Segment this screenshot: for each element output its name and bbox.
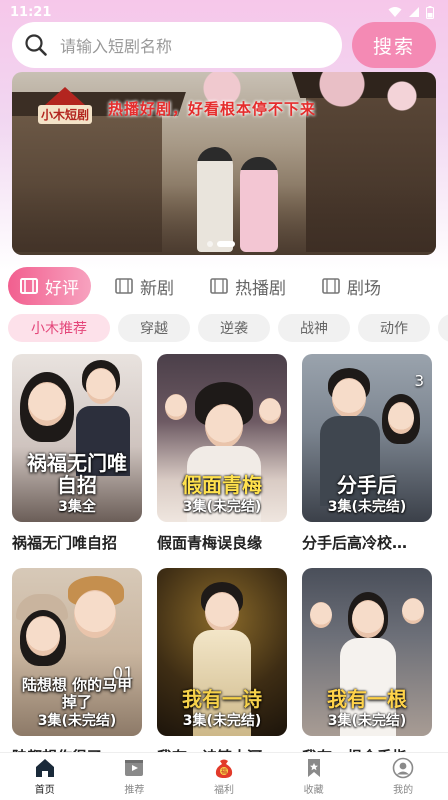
tab-hot-dramas[interactable]: 热播剧: [198, 267, 298, 305]
drama-poster[interactable]: 我有一根 3集(未完结): [302, 568, 432, 736]
wifi-icon: [388, 7, 402, 17]
episode-badge: 3集(未完结): [182, 499, 262, 515]
tag-chip-recommended[interactable]: 小木推荐: [8, 314, 110, 342]
poster-figure-face: [259, 398, 281, 424]
poster-figure-face: [28, 382, 66, 426]
nav-label: 推荐: [124, 785, 145, 796]
poster-figure-face: [402, 598, 424, 624]
nav-recommend[interactable]: 推荐: [99, 757, 169, 796]
episode-badge: 3集(未完结): [327, 499, 407, 515]
tag-chip[interactable]: 逆袭: [198, 314, 270, 342]
tag-filter-row: 小木推荐 穿越 逆袭 战神 动作: [8, 314, 448, 342]
poster-figure-face: [165, 394, 187, 420]
tab-new-dramas[interactable]: 新剧: [103, 267, 186, 305]
poster-figure-face: [388, 402, 414, 434]
film-icon: [20, 278, 38, 294]
nav-home[interactable]: 首页: [10, 757, 80, 796]
search-placeholder: 请输入短剧名称: [60, 37, 173, 56]
drama-title[interactable]: 分手后高冷校…: [302, 532, 432, 553]
drama-poster[interactable]: 我有一诗 3集(未完结): [157, 568, 287, 736]
nav-welfare[interactable]: 福 福利: [189, 757, 259, 796]
poster-title: 祸福无门唯自招: [27, 451, 127, 497]
banner-logo: 小木短剧: [34, 78, 96, 124]
nav-label: 首页: [34, 785, 55, 796]
logo-roof-icon: [45, 87, 85, 105]
poster-title: 陆想想 你的马甲掉了: [21, 676, 133, 711]
drama-card[interactable]: 01 陆想想 你的马甲掉了 3集(未完结) 陆都想作很了: [12, 568, 142, 767]
banner-slogan: 热播好剧，好看根本停不下来: [108, 100, 317, 118]
search-button[interactable]: 搜索: [352, 22, 436, 68]
category-tabs: 好评 新剧 热播剧 剧场: [8, 266, 448, 306]
poster-figure-face: [205, 592, 239, 632]
drama-poster[interactable]: 3 分手后 3集(未完结): [302, 354, 432, 522]
poster-figure-face: [205, 404, 243, 448]
drama-card[interactable]: 假面青梅 3集(未完结) 假面青梅误良缘: [157, 354, 287, 553]
poster-figure-face: [74, 590, 116, 638]
status-bar: 11:21: [0, 0, 448, 24]
lucky-bag-icon: 福: [215, 759, 233, 778]
banner-figure: [240, 157, 278, 252]
poster-figure-face: [26, 616, 60, 656]
drama-card[interactable]: 我有一根 3集(未完结) 我有一根金手指: [302, 568, 432, 767]
bookmark-icon: [307, 759, 320, 777]
banner-logo-text: 小木短剧: [37, 105, 92, 124]
banner-figure: [197, 147, 233, 252]
film-icon: [115, 278, 133, 294]
drama-title[interactable]: 假面青梅误良缘: [157, 532, 287, 553]
nav-label: 收藏: [303, 785, 324, 796]
profile-icon: [392, 757, 414, 779]
episode-badge: 3集(未完结): [327, 713, 407, 729]
tag-chip-overflow[interactable]: [438, 314, 448, 342]
status-time: 11:21: [10, 4, 52, 20]
signal-icon: [409, 7, 419, 17]
poster-title: 分手后: [337, 473, 397, 497]
tag-chip[interactable]: 穿越: [118, 314, 190, 342]
film-icon: [210, 278, 228, 294]
search-icon: [25, 34, 47, 56]
film-icon: [322, 278, 340, 294]
tab-label: 好评: [45, 278, 79, 299]
corner-number: 3: [414, 372, 424, 390]
bottom-nav: 首页 推荐 福 福利 收藏 我的: [0, 752, 448, 800]
banner-dot-active[interactable]: [217, 241, 235, 247]
drama-card[interactable]: 我有一诗 3集(未完结) 我有一诗镇大河: [157, 568, 287, 767]
nav-label: 我的: [393, 785, 414, 796]
status-icons: [388, 5, 434, 19]
poster-title: 我有一根: [327, 687, 407, 711]
poster-figure-face: [86, 368, 116, 404]
episode-badge: 3集(未完结): [37, 713, 117, 729]
poster-figure-face: [310, 602, 332, 628]
nav-profile[interactable]: 我的: [368, 757, 438, 796]
drama-poster[interactable]: 假面青梅 3集(未完结): [157, 354, 287, 522]
tab-theater[interactable]: 剧场: [310, 267, 393, 305]
drama-title[interactable]: 祸福无门唯自招: [12, 532, 142, 553]
nav-favorites[interactable]: 收藏: [279, 757, 349, 796]
tag-chip[interactable]: 动作: [358, 314, 430, 342]
tab-label: 热播剧: [235, 278, 286, 299]
drama-card[interactable]: 祸福无门唯自招 3集全 祸福无门唯自招: [12, 354, 142, 553]
banner-pagination: [207, 241, 235, 247]
tag-chip[interactable]: 战神: [278, 314, 350, 342]
battery-icon: [426, 5, 434, 19]
home-icon: [35, 759, 54, 777]
svg-text:福: 福: [221, 768, 227, 776]
drama-poster[interactable]: 01 陆想想 你的马甲掉了 3集(未完结): [12, 568, 142, 736]
drama-card[interactable]: 3 分手后 3集(未完结) 分手后高冷校…: [302, 354, 432, 553]
search-input[interactable]: 请输入短剧名称: [12, 22, 342, 68]
search-row: 请输入短剧名称 搜索: [12, 22, 436, 68]
promo-banner[interactable]: 小木短剧 热播好剧，好看根本停不下来: [12, 72, 436, 255]
poster-figure-face: [332, 378, 366, 418]
poster-title: 我有一诗: [182, 687, 262, 711]
tab-label: 新剧: [140, 278, 174, 299]
tab-label: 剧场: [347, 278, 381, 299]
drama-poster[interactable]: 祸福无门唯自招 3集全: [12, 354, 142, 522]
episode-badge: 3集全: [58, 499, 96, 515]
tab-good-reviews[interactable]: 好评: [8, 267, 91, 305]
nav-label: 福利: [213, 785, 234, 796]
poster-title: 假面青梅: [182, 473, 262, 497]
video-icon: [125, 760, 144, 776]
episode-badge: 3集(未完结): [182, 713, 262, 729]
poster-figure-face: [352, 600, 384, 638]
banner-dot[interactable]: [207, 241, 213, 247]
